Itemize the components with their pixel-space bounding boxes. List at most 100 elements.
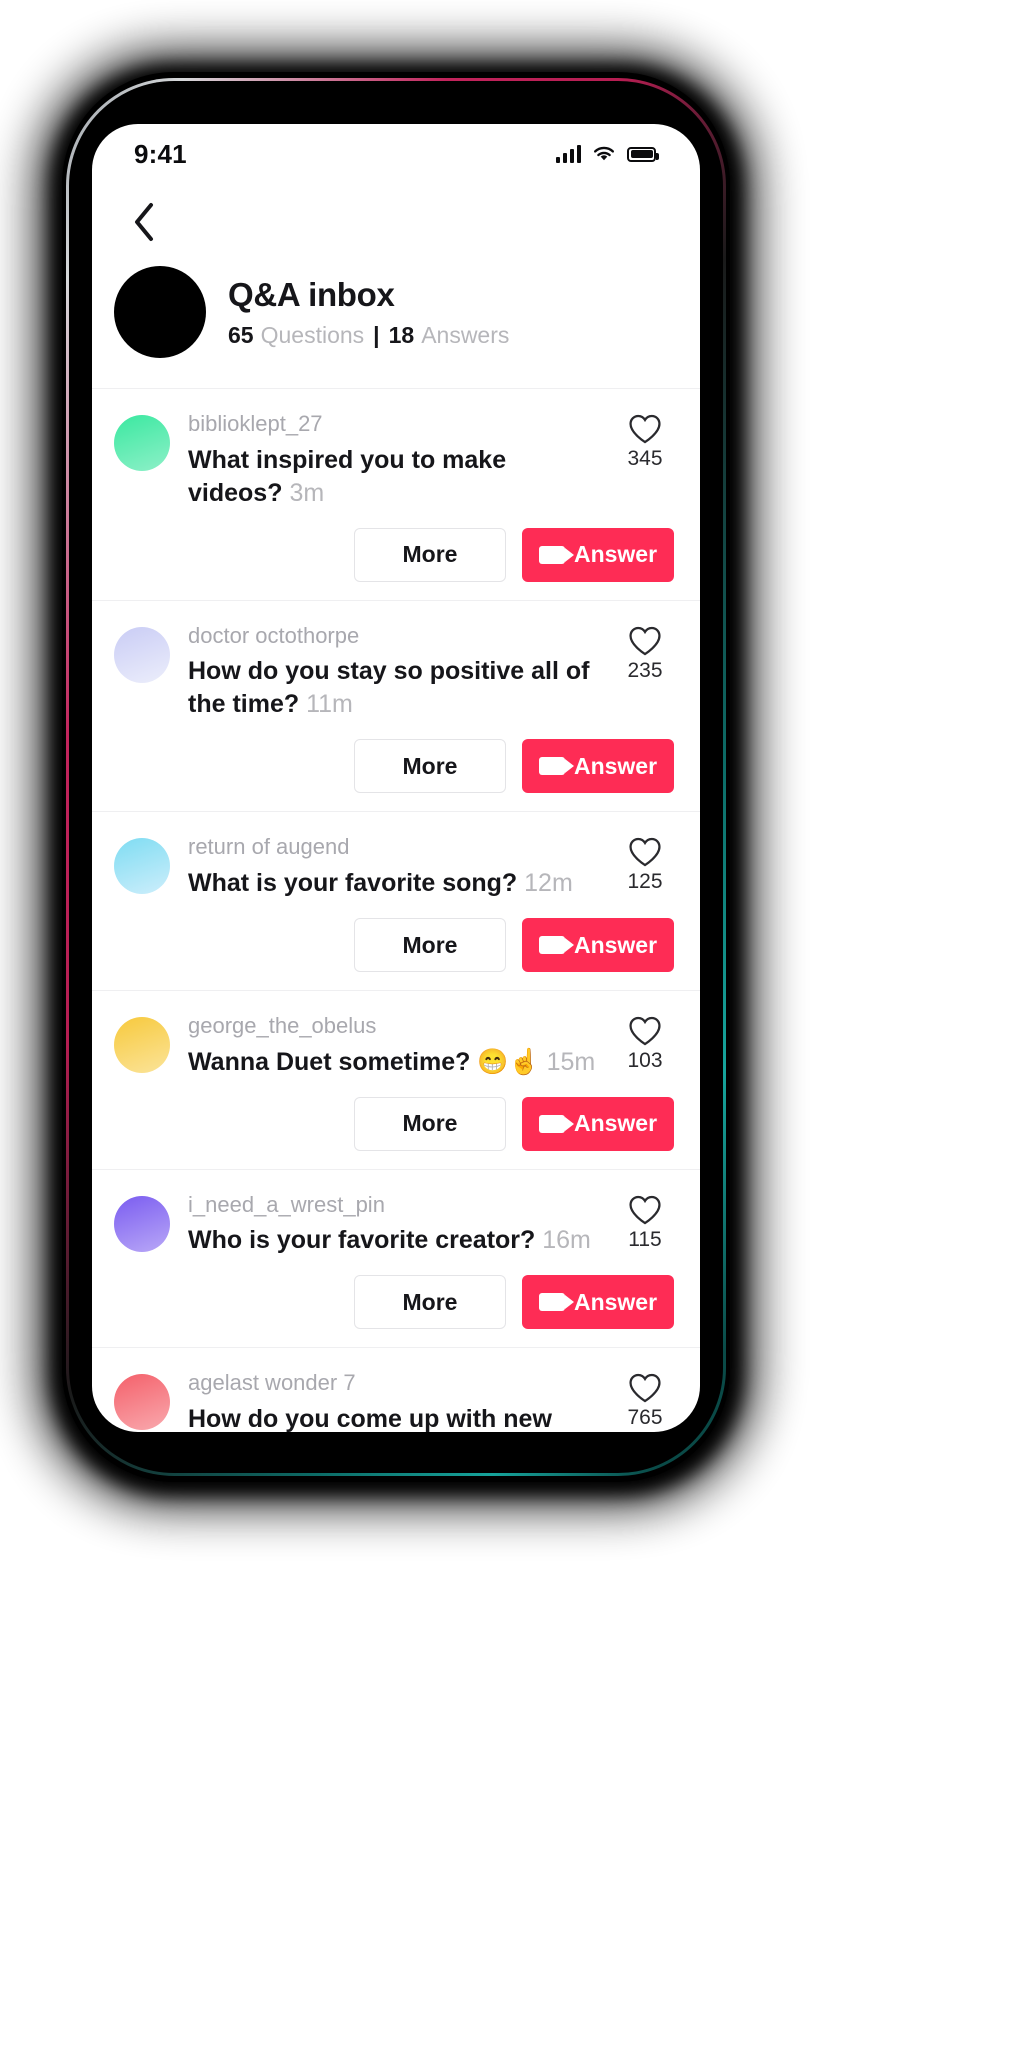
more-button[interactable]: More <box>354 527 506 582</box>
question-author-avatar[interactable] <box>114 1017 170 1074</box>
chevron-left-icon <box>135 203 153 241</box>
question-timestamp: 12m <box>524 869 573 898</box>
heart-icon[interactable] <box>628 413 662 445</box>
question-author-name: george_the_obelus <box>188 1013 377 1039</box>
question-row[interactable]: doctor octothorpe How do you stay so posi… <box>92 599 700 812</box>
question-body: george_the_obelus Wanna Duet sometime? 😁☝… <box>188 1011 598 1079</box>
question-like-group[interactable]: 103 <box>616 1011 674 1079</box>
question-actions: More Answer <box>114 739 674 794</box>
question-like-group[interactable]: 235 <box>616 621 674 722</box>
status-bar: 9:41 <box>92 124 700 184</box>
question-text-line: Wanna Duet sometime? 😁☝️ 15m <box>188 1046 598 1079</box>
heart-icon[interactable] <box>628 1194 662 1226</box>
like-count: 103 <box>627 1049 663 1073</box>
like-count: 345 <box>627 447 663 470</box>
question-like-group[interactable]: 345 <box>616 409 674 510</box>
question-row[interactable]: i_need_a_wrest_pin Who is your favorite c… <box>92 1168 700 1348</box>
question-row[interactable]: biblioklept_27 What inspired you to make … <box>92 388 700 600</box>
question-author-name: doctor octothorpe <box>188 622 360 648</box>
question-row[interactable]: george_the_obelus Wanna Duet sometime? 😁☝… <box>92 990 700 1169</box>
question-body: doctor octothorpe How do you stay so posi… <box>188 621 598 722</box>
question-row-top: return of augend What is your favorite so… <box>114 832 674 900</box>
heart-icon[interactable] <box>628 1372 662 1404</box>
answers-count: 18 <box>388 321 415 348</box>
screenshot-stage: 9:41 Q&A inbox 65 Questions | 18 Answers… <box>0 0 1024 2048</box>
question-list: biblioklept_27 What inspired you to make … <box>92 388 700 1432</box>
question-text: What is your favorite song? <box>188 869 518 898</box>
question-row-top: i_need_a_wrest_pin Who is your favorite c… <box>114 1190 674 1258</box>
question-author-avatar[interactable] <box>114 626 170 683</box>
question-like-group[interactable]: 765 <box>616 1368 674 1432</box>
more-button[interactable]: More <box>354 918 506 973</box>
question-body: agelast wonder 7 How do you come up with … <box>188 1368 598 1432</box>
question-actions: More Answer <box>114 1275 674 1330</box>
question-text: How do you stay so positive all of the t… <box>188 657 590 719</box>
answer-button-label: Answer <box>573 752 658 779</box>
question-body: i_need_a_wrest_pin Who is your favorite c… <box>188 1190 598 1258</box>
like-count: 125 <box>627 870 663 894</box>
question-text-line: How do you stay so positive all of the t… <box>188 655 598 721</box>
question-row-top: agelast wonder 7 How do you come up with … <box>114 1368 674 1432</box>
status-bar-icons <box>556 145 659 163</box>
avatar[interactable] <box>114 266 206 358</box>
question-actions: More Answer <box>114 527 674 582</box>
heart-icon[interactable] <box>628 836 662 868</box>
back-button[interactable] <box>116 194 172 250</box>
heart-icon[interactable] <box>628 1015 662 1047</box>
question-text-line: Who is your favorite creator? 16m <box>188 1224 598 1257</box>
cellular-signal-icon <box>556 145 581 163</box>
question-like-group[interactable]: 125 <box>616 832 674 900</box>
question-author-name: return of augend <box>188 834 350 860</box>
questions-label: Questions <box>260 321 365 348</box>
video-camera-icon <box>538 1114 574 1133</box>
video-camera-icon <box>538 936 574 955</box>
heart-icon[interactable] <box>628 625 662 657</box>
more-button[interactable]: More <box>354 1275 506 1330</box>
inbox-header-text: Q&A inbox 65 Questions | 18 Answers <box>228 276 509 349</box>
question-text: How do you come up with new video <box>188 1405 552 1432</box>
question-timestamp: 3m <box>289 478 325 507</box>
answer-button[interactable]: Answer <box>522 1275 674 1330</box>
video-camera-icon <box>538 757 574 776</box>
answer-button[interactable]: Answer <box>522 527 674 582</box>
nav-bar <box>92 184 700 260</box>
question-timestamp: 15m <box>546 1047 596 1076</box>
question-author-name: i_need_a_wrest_pin <box>188 1191 385 1217</box>
answer-button[interactable]: Answer <box>522 739 674 794</box>
like-count: 765 <box>627 1406 663 1430</box>
question-text: What inspired you to make videos? <box>188 445 507 507</box>
answer-button-label: Answer <box>573 931 658 958</box>
question-body: return of augend What is your favorite so… <box>188 832 598 900</box>
question-actions: More Answer <box>114 918 674 973</box>
question-row-top: george_the_obelus Wanna Duet sometime? 😁☝… <box>114 1011 674 1079</box>
question-row-top: doctor octothorpe How do you stay so posi… <box>114 621 674 722</box>
phone-screen: 9:41 Q&A inbox 65 Questions | 18 Answers… <box>92 124 700 1432</box>
question-actions: More Answer <box>114 1096 674 1151</box>
answer-button[interactable]: Answer <box>522 1096 674 1151</box>
answer-button-label: Answer <box>573 1110 658 1137</box>
question-author-avatar[interactable] <box>114 838 170 895</box>
battery-icon <box>627 146 659 162</box>
more-button[interactable]: More <box>354 1096 506 1151</box>
question-author-avatar[interactable] <box>114 415 170 471</box>
answer-button-label: Answer <box>573 541 658 568</box>
question-author-avatar[interactable] <box>114 1374 170 1431</box>
answers-label: Answers <box>421 321 510 348</box>
question-timestamp: 16m <box>542 1226 591 1255</box>
question-body: biblioklept_27 What inspired you to make … <box>188 409 598 510</box>
question-text-line: How do you come up with new video <box>188 1403 598 1432</box>
question-author-name: biblioklept_27 <box>188 411 323 436</box>
question-timestamp: 11m <box>306 690 353 719</box>
answer-button[interactable]: Answer <box>522 918 674 973</box>
question-text-line: What is your favorite song? 12m <box>188 867 598 900</box>
question-author-avatar[interactable] <box>114 1195 170 1252</box>
video-camera-icon <box>538 545 574 564</box>
question-like-group[interactable]: 115 <box>616 1190 674 1258</box>
question-row[interactable]: return of augend What is your favorite so… <box>92 811 700 990</box>
more-button[interactable]: More <box>354 739 506 794</box>
question-row[interactable]: agelast wonder 7 How do you come up with … <box>92 1347 700 1432</box>
status-bar-clock: 9:41 <box>134 138 187 169</box>
question-text-line: What inspired you to make videos? 3m <box>188 444 598 510</box>
question-author-name: agelast wonder 7 <box>188 1370 356 1396</box>
inbox-header: Q&A inbox 65 Questions | 18 Answers <box>92 260 700 388</box>
